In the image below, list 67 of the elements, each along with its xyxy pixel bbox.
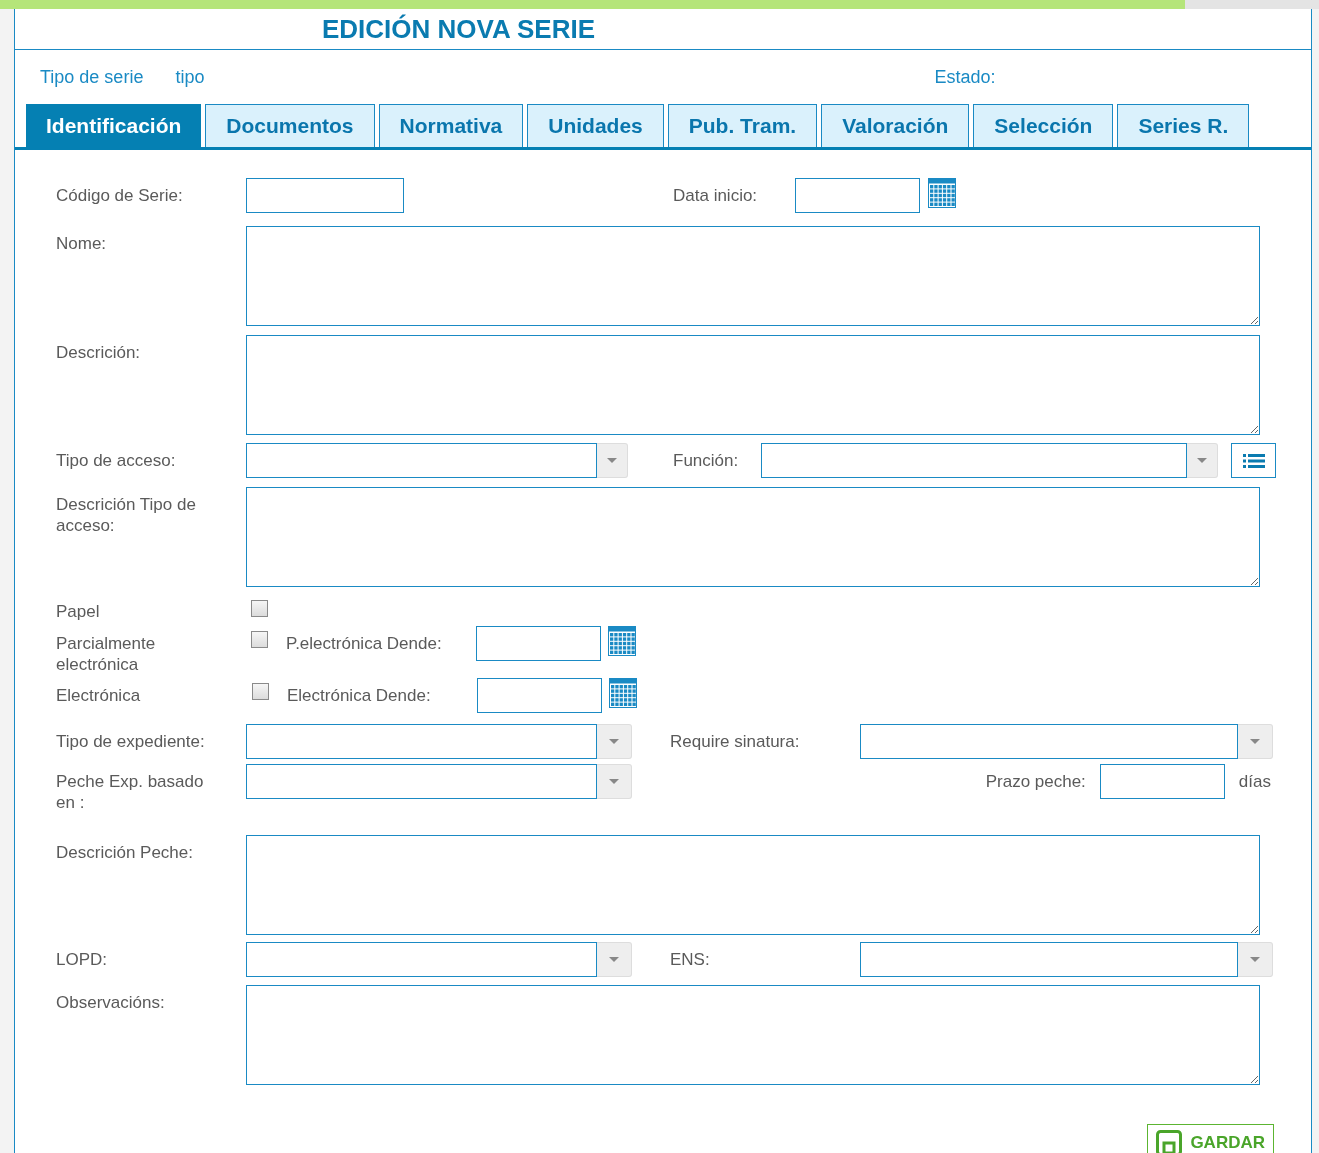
dropdown[interactable]	[761, 443, 1218, 478]
caret-icon	[609, 739, 619, 744]
calendar-icon[interactable]	[928, 178, 956, 208]
field-label: Data inicio:	[673, 185, 759, 206]
text-field[interactable]	[795, 178, 920, 213]
series-type-label: Tipo de serie	[40, 65, 144, 89]
field-label: Peche Exp. basado en :	[56, 771, 205, 813]
caret-icon	[609, 957, 619, 962]
tab[interactable]: Valoración	[821, 104, 970, 147]
form-title: EDICIÓN NOVA SERIE	[322, 12, 596, 46]
field-label: Prazo peche:	[985, 771, 1086, 792]
field-label: Nome:	[56, 233, 108, 254]
field-label: Papel	[56, 601, 101, 622]
caret-icon	[1197, 458, 1207, 463]
checkbox[interactable]	[252, 683, 269, 700]
field-label: Electrónica	[56, 685, 142, 706]
tab[interactable]: Unidades	[527, 104, 664, 147]
field-label: Tipo de acceso:	[56, 450, 177, 471]
field-label: Require sinatura:	[670, 731, 801, 752]
tab[interactable]: Series R.	[1117, 104, 1250, 147]
dropdown[interactable]	[246, 942, 632, 977]
dropdown[interactable]	[860, 942, 1273, 977]
text-area[interactable]	[246, 335, 1260, 435]
caret-icon	[609, 779, 619, 784]
dropdown[interactable]	[246, 764, 632, 799]
calendar-icon[interactable]	[608, 626, 636, 656]
series-type-value: tipo	[175, 65, 205, 89]
text-field[interactable]	[246, 178, 404, 213]
text-field[interactable]	[476, 626, 601, 661]
field-label: Descrición Peche:	[56, 842, 194, 863]
field-label: Código de Serie:	[56, 185, 184, 206]
field-label: Tipo de expediente:	[56, 731, 206, 752]
field-label: Parcialmente electrónica	[56, 633, 157, 675]
checkbox[interactable]	[251, 600, 268, 617]
tab[interactable]: Documentos	[205, 104, 375, 147]
text-field[interactable]	[1099, 764, 1225, 799]
caret-icon	[607, 458, 617, 463]
list-button[interactable]	[1231, 443, 1276, 478]
save-icon	[1156, 1130, 1183, 1153]
field-label: ENS:	[670, 949, 711, 970]
field-label: Función:	[673, 450, 740, 471]
text-area[interactable]	[246, 487, 1260, 587]
field-label: Observacións:	[56, 992, 166, 1013]
status-label: Estado:	[934, 65, 996, 89]
dropdown[interactable]	[860, 724, 1273, 759]
caret-icon	[1250, 957, 1260, 962]
field-label: Electrónica Dende:	[287, 685, 432, 706]
text-area[interactable]	[246, 985, 1260, 1085]
caret-icon	[1250, 739, 1260, 744]
field-label: Descrición Tipo de acceso:	[56, 494, 197, 536]
unit-label: días	[1238, 771, 1271, 792]
text-area[interactable]	[246, 226, 1260, 326]
field-label: Descrición:	[56, 342, 142, 363]
tab[interactable]: Normativa	[378, 104, 524, 147]
text-area[interactable]	[246, 835, 1260, 935]
dropdown[interactable]	[246, 443, 628, 478]
tab[interactable]: Pub. Tram.	[667, 104, 818, 147]
field-label: P.electrónica Dende:	[286, 633, 443, 654]
tab[interactable]: Identificación	[26, 104, 202, 147]
calendar-icon[interactable]	[609, 678, 637, 708]
field-label: LOPD:	[56, 949, 109, 970]
tab[interactable]: Selección	[973, 104, 1114, 147]
save-button[interactable]: GARDAR	[1147, 1124, 1274, 1153]
dropdown[interactable]	[246, 724, 632, 759]
text-field[interactable]	[477, 678, 602, 713]
checkbox[interactable]	[251, 631, 268, 648]
list-icon	[1242, 452, 1265, 469]
